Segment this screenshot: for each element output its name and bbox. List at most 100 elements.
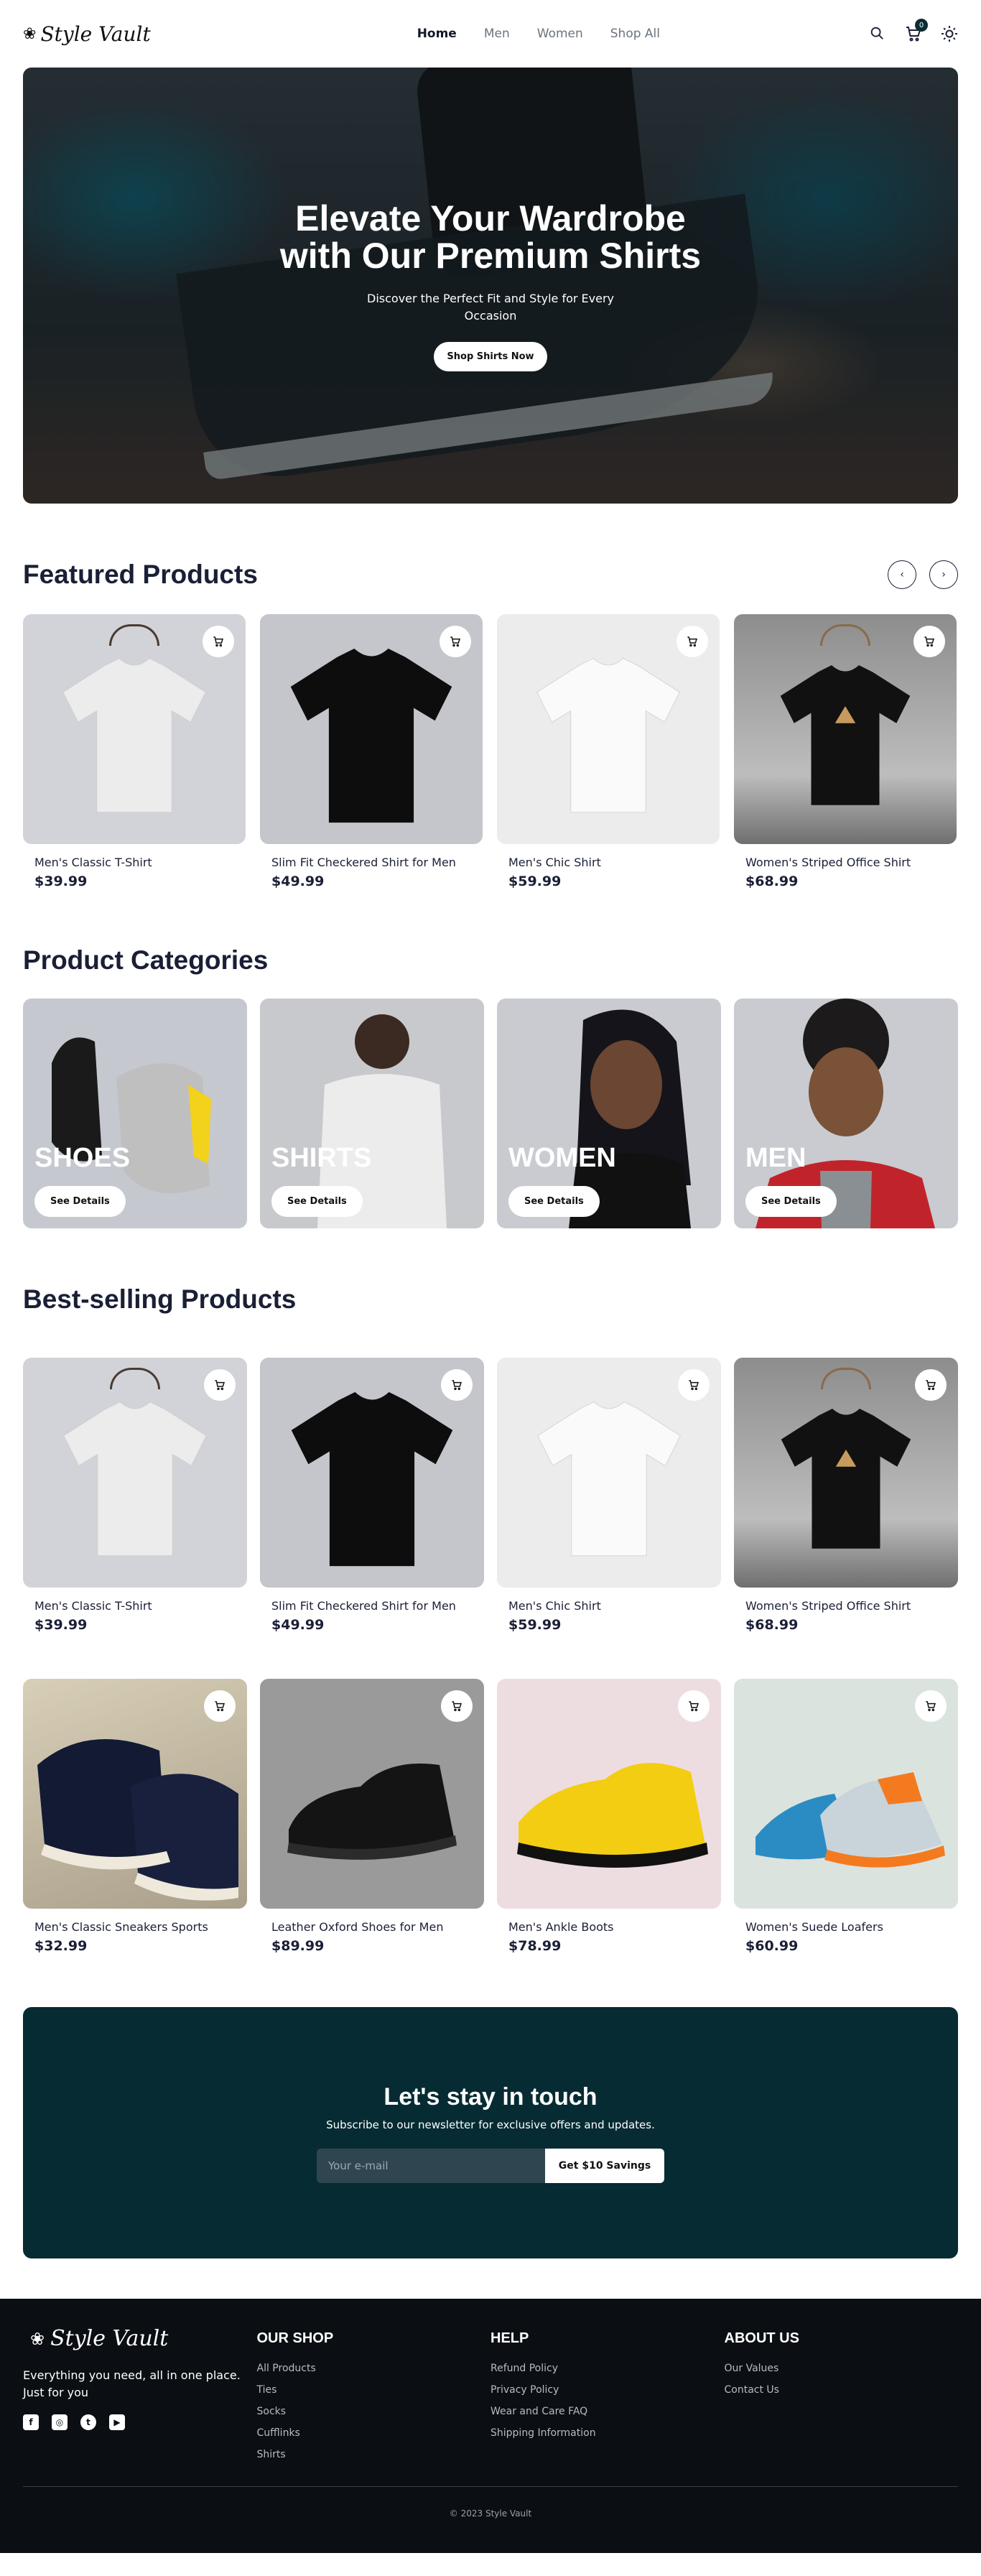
product-image[interactable]: [734, 1679, 958, 1909]
category-label: MEN: [745, 1143, 806, 1173]
email-input[interactable]: [317, 2148, 545, 2183]
instagram-icon[interactable]: ◎: [52, 2414, 68, 2430]
footer-link[interactable]: Contact Us: [725, 2384, 959, 2396]
add-to-cart-icon[interactable]: [913, 626, 945, 657]
product-card[interactable]: Men's Chic Shirt $59.99: [497, 614, 720, 889]
category-card-shoes[interactable]: SHOES See Details: [23, 999, 247, 1228]
hanger-icon: [820, 624, 870, 646]
product-card[interactable]: Men's Chic Shirt $59.99: [497, 1358, 721, 1633]
product-price: $32.99: [34, 1938, 88, 1954]
footer-columns: ❀ Style Vault Everything you need, all i…: [23, 2323, 958, 2470]
product-card[interactable]: Men's Classic T-Shirt $39.99: [23, 614, 246, 889]
product-image[interactable]: [23, 614, 246, 844]
main-nav: Home Men Women Shop All: [417, 27, 660, 41]
footer-logo[interactable]: ❀ Style Vault: [23, 2326, 257, 2351]
add-to-cart-icon[interactable]: [441, 1690, 473, 1722]
footer-link[interactable]: Shipping Information: [490, 2427, 725, 2439]
product-name[interactable]: Leather Oxford Shoes for Men: [260, 1920, 484, 1934]
white-tshirt-image: [62, 658, 206, 813]
add-to-cart-icon[interactable]: [441, 1369, 473, 1401]
footer-link[interactable]: Socks: [257, 2406, 491, 2417]
product-name[interactable]: Men's Classic T-Shirt: [23, 1599, 247, 1613]
get-savings-button[interactable]: Get $10 Savings: [545, 2148, 664, 2183]
product-name[interactable]: Men's Classic T-Shirt: [23, 856, 246, 869]
search-icon[interactable]: [869, 25, 886, 42]
product-image[interactable]: [734, 1358, 958, 1588]
brand-logo[interactable]: ❀ Style Vault: [23, 22, 151, 46]
see-details-button[interactable]: See Details: [34, 1186, 126, 1217]
add-to-cart-icon[interactable]: [678, 1369, 710, 1401]
footer-link[interactable]: Wear and Care FAQ: [490, 2406, 725, 2417]
product-card[interactable]: Men's Classic Sneakers Sports $32.99: [23, 1679, 247, 1954]
product-name[interactable]: Slim Fit Checkered Shirt for Men: [260, 856, 483, 869]
add-to-cart-icon[interactable]: [677, 626, 708, 657]
product-name[interactable]: Slim Fit Checkered Shirt for Men: [260, 1599, 484, 1613]
product-image[interactable]: [497, 614, 720, 844]
category-card-shirts[interactable]: SHIRTS See Details: [260, 999, 484, 1228]
see-details-button[interactable]: See Details: [508, 1186, 600, 1217]
footer-about-title: ABOUT US: [724, 2330, 799, 2346]
site-header: ❀ Style Vault Home Men Women Shop All 0: [0, 0, 981, 68]
add-to-cart-icon[interactable]: [678, 1690, 710, 1722]
product-name[interactable]: Women's Striped Office Shirt: [734, 1599, 958, 1613]
white-tshirt-image: [63, 1401, 207, 1557]
footer-shop-column: OUR SHOP All Products Ties Socks Cufflin…: [257, 2323, 491, 2470]
footer-link[interactable]: Ties: [257, 2384, 491, 2396]
nav-home[interactable]: Home: [417, 27, 457, 41]
category-card-women[interactable]: WOMEN See Details: [497, 999, 721, 1228]
footer-link[interactable]: Refund Policy: [490, 2363, 725, 2374]
product-image[interactable]: [734, 614, 957, 844]
sun-icon[interactable]: [941, 25, 958, 42]
footer-link[interactable]: Cufflinks: [257, 2427, 491, 2439]
product-card[interactable]: Leather Oxford Shoes for Men $89.99: [260, 1679, 484, 1954]
add-to-cart-icon[interactable]: [204, 1690, 236, 1722]
category-card-men[interactable]: MEN See Details: [734, 999, 958, 1228]
footer-link[interactable]: Privacy Policy: [490, 2384, 725, 2396]
product-price: $49.99: [271, 1617, 325, 1633]
youtube-icon[interactable]: ▶: [109, 2414, 125, 2430]
add-to-cart-icon[interactable]: [915, 1369, 947, 1401]
product-name[interactable]: Men's Chic Shirt: [497, 856, 720, 869]
product-name[interactable]: Men's Chic Shirt: [497, 1599, 721, 1613]
product-card[interactable]: Women's Suede Loafers $60.99: [734, 1679, 958, 1954]
product-card[interactable]: Slim Fit Checkered Shirt for Men $49.99: [260, 614, 483, 889]
product-name[interactable]: Men's Ankle Boots: [497, 1920, 721, 1934]
add-to-cart-icon[interactable]: [204, 1369, 236, 1401]
product-price: $78.99: [508, 1938, 562, 1954]
product-name[interactable]: Women's Striped Office Shirt: [734, 856, 957, 869]
product-card[interactable]: Men's Classic T-Shirt $39.99: [23, 1358, 247, 1633]
see-details-button[interactable]: See Details: [745, 1186, 837, 1217]
nav-men[interactable]: Men: [484, 27, 510, 41]
product-image[interactable]: [23, 1679, 247, 1909]
footer-help-title: HELP: [490, 2330, 529, 2346]
product-image[interactable]: [23, 1358, 247, 1588]
social-links: f ◎ t ▶: [23, 2414, 257, 2430]
product-card[interactable]: Women's Striped Office Shirt $68.99: [734, 614, 957, 889]
product-card[interactable]: Women's Striped Office Shirt $68.99: [734, 1358, 958, 1633]
add-to-cart-icon[interactable]: [203, 626, 234, 657]
product-image[interactable]: [497, 1358, 721, 1588]
nav-women[interactable]: Women: [537, 27, 583, 41]
footer-link[interactable]: Shirts: [257, 2449, 491, 2460]
twitter-icon[interactable]: t: [80, 2414, 96, 2430]
product-name[interactable]: Women's Suede Loafers: [734, 1920, 958, 1934]
product-name[interactable]: Men's Classic Sneakers Sports: [23, 1920, 247, 1934]
add-to-cart-icon[interactable]: [440, 626, 471, 657]
see-details-button[interactable]: See Details: [271, 1186, 363, 1217]
cart-icon[interactable]: 0: [905, 19, 928, 42]
product-card[interactable]: Men's Ankle Boots $78.99: [497, 1679, 721, 1954]
product-card[interactable]: Slim Fit Checkered Shirt for Men $49.99: [260, 1358, 484, 1633]
product-image[interactable]: [497, 1679, 721, 1909]
facebook-icon[interactable]: f: [23, 2414, 39, 2430]
product-image[interactable]: [260, 614, 483, 844]
footer-link[interactable]: All Products: [257, 2363, 491, 2374]
nav-shop-all[interactable]: Shop All: [610, 27, 660, 41]
bestselling-title: Best-selling Products: [23, 1284, 297, 1314]
next-arrow-icon[interactable]: ›: [929, 560, 958, 589]
product-image[interactable]: [260, 1358, 484, 1588]
product-image[interactable]: [260, 1679, 484, 1909]
footer-link[interactable]: Our Values: [725, 2363, 959, 2374]
prev-arrow-icon[interactable]: ‹: [888, 560, 916, 589]
add-to-cart-icon[interactable]: [915, 1690, 947, 1722]
shop-shirts-button[interactable]: Shop Shirts Now: [434, 342, 547, 371]
